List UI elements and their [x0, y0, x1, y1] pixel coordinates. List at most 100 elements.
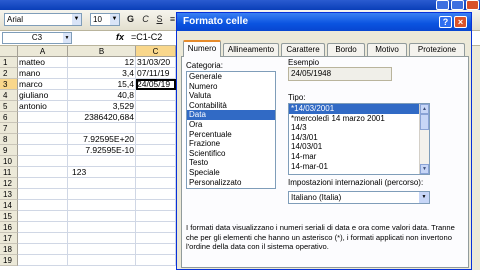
font-name-combo[interactable]: Arial ▼ — [4, 13, 82, 26]
table-cell[interactable]: 3,529 — [68, 101, 136, 112]
type-item[interactable]: 14-mar — [289, 152, 419, 162]
table-cell[interactable] — [18, 134, 68, 145]
name-box[interactable]: C3 ▼ — [2, 32, 72, 44]
scroll-thumb[interactable] — [420, 114, 429, 130]
underline-icon[interactable]: S — [153, 13, 166, 26]
type-item[interactable]: 14/3/01 — [289, 133, 419, 143]
row-header[interactable]: 6 — [0, 112, 18, 123]
tab-motivo[interactable]: Motivo — [367, 43, 407, 56]
row-header[interactable]: 16 — [0, 222, 18, 233]
table-cell[interactable] — [136, 123, 176, 134]
row-header[interactable]: 5 — [0, 101, 18, 112]
row-header[interactable]: 13 — [0, 189, 18, 200]
table-cell[interactable]: 24/05/19 — [136, 79, 176, 90]
table-cell[interactable] — [136, 222, 176, 233]
table-cell[interactable] — [68, 178, 136, 189]
tab-numero[interactable]: Numero — [183, 40, 221, 57]
table-cell[interactable] — [136, 211, 176, 222]
category-item[interactable]: Frazione — [187, 139, 275, 149]
table-cell[interactable] — [136, 134, 176, 145]
table-cell[interactable] — [68, 123, 136, 134]
row-header[interactable]: 9 — [0, 145, 18, 156]
minimize-icon[interactable] — [436, 0, 449, 10]
row-header[interactable]: 3 — [0, 79, 18, 90]
table-cell[interactable] — [136, 156, 176, 167]
table-cell[interactable] — [18, 156, 68, 167]
chevron-down-icon[interactable]: ▼ — [110, 14, 119, 25]
table-cell[interactable] — [136, 167, 176, 178]
row-header[interactable]: 19 — [0, 255, 18, 266]
row-header[interactable]: 1 — [0, 57, 18, 68]
table-cell[interactable]: mano — [18, 68, 68, 79]
table-cell[interactable] — [136, 112, 176, 123]
row-header[interactable]: 15 — [0, 211, 18, 222]
table-cell[interactable] — [18, 112, 68, 123]
row-header[interactable]: 17 — [0, 233, 18, 244]
scroll-up-icon[interactable]: ▲ — [420, 104, 429, 114]
table-cell[interactable] — [136, 178, 176, 189]
table-cell[interactable] — [18, 123, 68, 134]
table-cell[interactable] — [68, 255, 136, 266]
table-cell[interactable]: 3,4 — [68, 68, 136, 79]
type-item[interactable]: *14/03/2001 — [289, 104, 419, 114]
table-cell[interactable] — [68, 211, 136, 222]
table-cell[interactable]: 7.92595E+20 — [68, 134, 136, 145]
table-cell[interactable] — [18, 222, 68, 233]
table-cell[interactable] — [18, 244, 68, 255]
tab-carattere[interactable]: Carattere — [281, 43, 325, 56]
category-item[interactable]: Data — [187, 110, 275, 120]
tab-bordo[interactable]: Bordo — [327, 43, 365, 56]
column-header-c[interactable]: C — [136, 46, 176, 57]
table-cell[interactable] — [68, 156, 136, 167]
fx-icon[interactable]: fx — [116, 32, 124, 42]
formula-input[interactable]: =C1-C2 — [131, 32, 162, 42]
table-cell[interactable] — [18, 145, 68, 156]
bold-icon[interactable]: G — [124, 13, 137, 26]
chevron-down-icon[interactable]: ▼ — [72, 14, 81, 25]
table-cell[interactable] — [18, 200, 68, 211]
table-cell[interactable]: 12 — [68, 57, 136, 68]
category-item[interactable]: Valuta — [187, 91, 275, 101]
table-cell[interactable]: 123 — [68, 167, 136, 178]
table-cell[interactable] — [68, 244, 136, 255]
scroll-down-icon[interactable]: ▼ — [420, 164, 429, 174]
table-cell[interactable] — [68, 233, 136, 244]
category-item[interactable]: Generale — [187, 72, 275, 82]
column-header-a[interactable]: A — [18, 46, 68, 57]
table-cell[interactable]: 7.92595E-10 — [68, 145, 136, 156]
table-cell[interactable] — [18, 189, 68, 200]
category-item[interactable]: Scientifico — [187, 149, 275, 159]
help-icon[interactable]: ? — [439, 16, 452, 28]
table-cell[interactable] — [68, 222, 136, 233]
category-item[interactable]: Ora — [187, 120, 275, 130]
table-cell[interactable] — [136, 244, 176, 255]
table-cell[interactable] — [68, 189, 136, 200]
table-cell[interactable] — [18, 167, 68, 178]
row-header[interactable]: 14 — [0, 200, 18, 211]
table-cell[interactable] — [18, 233, 68, 244]
category-item[interactable]: Percentuale — [187, 130, 275, 140]
table-cell[interactable] — [18, 178, 68, 189]
table-cell[interactable]: matteo — [18, 57, 68, 68]
type-item[interactable]: 14-mar-01 — [289, 162, 419, 172]
row-header[interactable]: 11 — [0, 167, 18, 178]
row-header[interactable]: 7 — [0, 123, 18, 134]
close-window-icon[interactable] — [466, 0, 479, 10]
table-cell[interactable]: marco — [18, 79, 68, 90]
select-all-corner[interactable] — [0, 46, 18, 57]
row-header[interactable]: 4 — [0, 90, 18, 101]
type-item[interactable]: *mercoledì 14 marzo 2001 — [289, 114, 419, 124]
category-item[interactable]: Contabilità — [187, 101, 275, 111]
category-item[interactable]: Numero — [187, 82, 275, 92]
row-header[interactable]: 12 — [0, 178, 18, 189]
table-cell[interactable] — [136, 233, 176, 244]
table-cell[interactable] — [136, 90, 176, 101]
chevron-down-icon[interactable]: ▼ — [419, 192, 429, 203]
font-size-combo[interactable]: 10 ▼ — [90, 13, 120, 26]
row-header[interactable]: 18 — [0, 244, 18, 255]
italic-icon[interactable]: C — [139, 13, 152, 26]
table-cell[interactable] — [136, 189, 176, 200]
category-item[interactable]: Speciale — [187, 168, 275, 178]
table-cell[interactable]: giuliano — [18, 90, 68, 101]
tab-allineamento[interactable]: Allineamento — [223, 43, 279, 56]
